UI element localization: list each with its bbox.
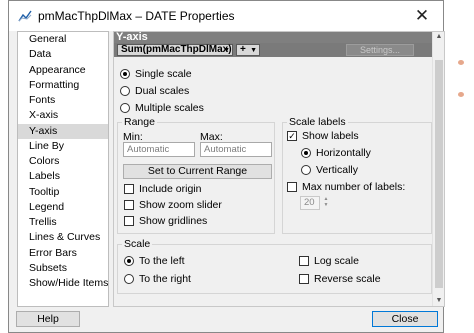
nav-item-y-axis[interactable]: Y-axis bbox=[18, 123, 108, 139]
horizontally-radio[interactable] bbox=[301, 148, 311, 158]
nav-item-show-hide-items[interactable]: Show/Hide Items bbox=[18, 276, 108, 291]
nav-item-data[interactable]: Data bbox=[18, 47, 108, 62]
vertically-label: Vertically bbox=[316, 164, 359, 176]
reverse-scale-checkbox[interactable] bbox=[299, 274, 309, 284]
scroll-down-icon[interactable]: ▼ bbox=[433, 296, 445, 306]
chevron-down-icon: ▼ bbox=[223, 47, 230, 54]
axis-selector-bar: Sum(pmMacThpDlMax) ▼ + ▼ Settings... bbox=[114, 43, 432, 57]
dual-scales-label: Dual scales bbox=[135, 85, 190, 97]
add-column-select[interactable]: + ▼ bbox=[236, 44, 260, 56]
close-icon[interactable]: ✕ bbox=[407, 3, 437, 29]
spin-arrows-icon[interactable]: ▲ ▼ bbox=[322, 196, 330, 210]
horizontally-label: Horizontally bbox=[316, 147, 371, 159]
background-marker bbox=[458, 92, 464, 97]
nav-item-trellis[interactable]: Trellis bbox=[18, 215, 108, 230]
show-zoom-slider-label: Show zoom slider bbox=[139, 199, 222, 211]
nav-item-lines-curves[interactable]: Lines & Curves bbox=[18, 230, 108, 245]
reverse-scale-label: Reverse scale bbox=[314, 273, 381, 285]
window-title: pmMacThpDlMax – DATE Properties bbox=[38, 9, 235, 23]
axis-column-select[interactable]: Sum(pmMacThpDlMax) ▼ bbox=[117, 44, 233, 56]
multiple-scales-label: Multiple scales bbox=[135, 102, 204, 114]
show-labels-checkbox[interactable]: ✓ bbox=[287, 131, 297, 141]
category-list[interactable]: General Data Appearance Formatting Fonts… bbox=[17, 31, 109, 307]
axis-column-value: Sum(pmMacThpDlMax) bbox=[121, 44, 232, 55]
nav-item-appearance[interactable]: Appearance bbox=[18, 63, 108, 78]
dual-scales-radio[interactable] bbox=[120, 86, 130, 96]
nav-item-labels[interactable]: Labels bbox=[18, 169, 108, 184]
single-scale-radio[interactable] bbox=[120, 69, 130, 79]
nav-item-fonts[interactable]: Fonts bbox=[18, 93, 108, 108]
to-left-radio[interactable] bbox=[124, 256, 134, 266]
add-column-value: + bbox=[240, 44, 246, 55]
scale-legend: Scale bbox=[124, 238, 151, 250]
max-labels-checkbox[interactable] bbox=[287, 182, 297, 192]
nav-item-subsets[interactable]: Subsets bbox=[18, 261, 108, 276]
show-labels-label: Show labels bbox=[302, 130, 359, 142]
chart-line-icon bbox=[18, 10, 32, 22]
show-gridlines-label: Show gridlines bbox=[139, 215, 208, 227]
scale-labels-legend: Scale labels bbox=[289, 116, 346, 128]
include-origin-checkbox[interactable] bbox=[124, 184, 134, 194]
to-right-label: To the right bbox=[139, 273, 191, 285]
log-scale-label: Log scale bbox=[314, 255, 359, 267]
properties-dialog: pmMacThpDlMax – DATE Properties ✕ Genera… bbox=[8, 0, 445, 333]
vertical-scrollbar[interactable]: ▲ ▼ bbox=[432, 32, 444, 306]
show-gridlines-checkbox[interactable] bbox=[124, 216, 134, 226]
help-button[interactable]: Help bbox=[16, 311, 80, 327]
max-labels-spinbox[interactable]: 20 bbox=[300, 196, 320, 210]
single-scale-label: Single scale bbox=[135, 68, 192, 80]
max-labels-label: Max number of labels: bbox=[302, 181, 406, 193]
log-scale-checkbox[interactable] bbox=[299, 256, 309, 266]
set-current-range-button[interactable]: Set to Current Range bbox=[123, 164, 272, 179]
min-input[interactable]: Automatic bbox=[123, 142, 195, 157]
max-input[interactable]: Automatic bbox=[200, 142, 272, 157]
nav-item-formatting[interactable]: Formatting bbox=[18, 78, 108, 93]
to-right-radio[interactable] bbox=[124, 274, 134, 284]
settings-button[interactable]: Settings... bbox=[346, 44, 414, 56]
nav-item-x-axis[interactable]: X-axis bbox=[18, 108, 108, 123]
scrollbar-thumb[interactable] bbox=[435, 60, 443, 288]
nav-item-legend[interactable]: Legend bbox=[18, 200, 108, 215]
range-legend: Range bbox=[124, 116, 155, 128]
chevron-down-icon: ▼ bbox=[250, 47, 257, 54]
include-origin-label: Include origin bbox=[139, 183, 202, 195]
background-marker bbox=[458, 60, 464, 65]
to-left-label: To the left bbox=[139, 255, 185, 267]
multiple-scales-radio[interactable] bbox=[120, 103, 130, 113]
nav-item-error-bars[interactable]: Error Bars bbox=[18, 246, 108, 261]
close-button[interactable]: Close bbox=[372, 311, 438, 327]
settings-panel: Y-axis Sum(pmMacThpDlMax) ▼ + ▼ Settings… bbox=[113, 31, 445, 307]
title-bar: pmMacThpDlMax – DATE Properties ✕ bbox=[9, 1, 443, 31]
nav-item-tooltip[interactable]: Tooltip bbox=[18, 185, 108, 200]
nav-item-line-by[interactable]: Line By bbox=[18, 139, 108, 154]
scroll-up-icon[interactable]: ▲ bbox=[433, 32, 445, 42]
show-zoom-slider-checkbox[interactable] bbox=[124, 200, 134, 210]
nav-item-general[interactable]: General bbox=[18, 32, 108, 47]
nav-item-colors[interactable]: Colors bbox=[18, 154, 108, 169]
vertically-radio[interactable] bbox=[301, 165, 311, 175]
